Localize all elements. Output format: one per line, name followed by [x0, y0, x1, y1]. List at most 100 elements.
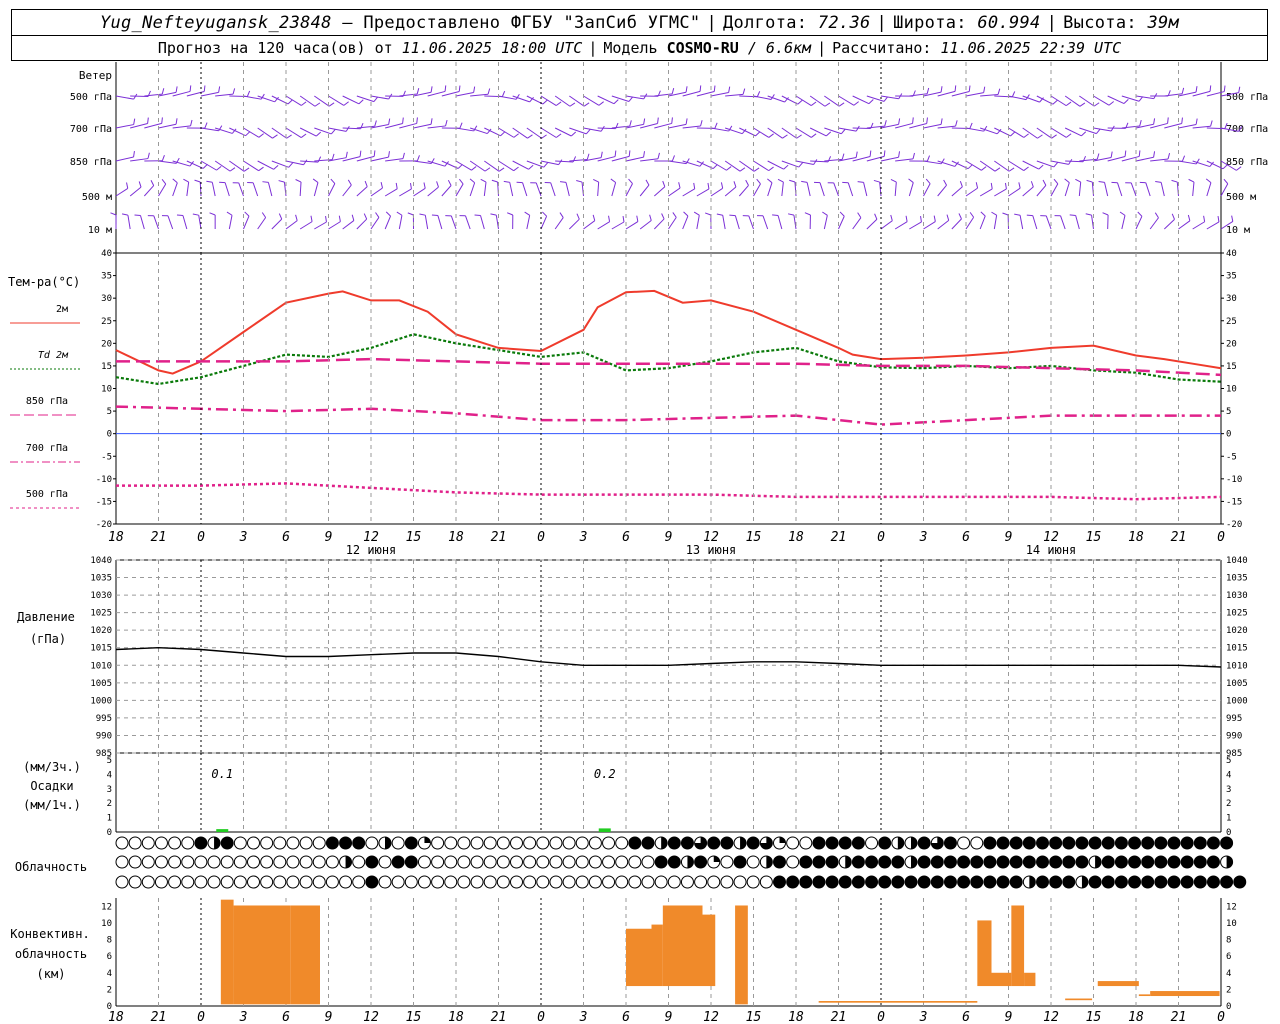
wind-barb-flag [1181, 155, 1186, 162]
wind-barb [243, 127, 260, 138]
wind-barb-flag [147, 117, 149, 124]
wind-barb-flag [622, 215, 625, 223]
cloud-symbol-half [1029, 876, 1036, 888]
wind-barb-flag [662, 180, 666, 187]
wind-barb-flag [839, 211, 845, 217]
wind-barb-flag [1119, 211, 1126, 216]
cloud-symbol [128, 875, 142, 889]
wind-barb-flag [926, 87, 930, 94]
hour-tick-label: 6 [962, 530, 970, 545]
wind-barb-flag [416, 117, 418, 124]
wind-barb [909, 122, 927, 129]
wind-barb-flag [1154, 212, 1159, 219]
conv-tick-left: 12 [101, 902, 112, 912]
cloud-symbol [943, 855, 957, 869]
precip-title: Осадки [30, 779, 73, 793]
precip-tick-left: 2 [107, 799, 112, 809]
cloud-symbol [404, 855, 418, 869]
wind-barb-flag [203, 85, 206, 92]
wind-barb [965, 187, 978, 197]
temp-tick-right: 15 [1226, 362, 1237, 372]
wind-barb [554, 127, 572, 137]
cloud-symbol-quarter [713, 856, 720, 862]
cloud-symbol [220, 855, 234, 869]
cloud-symbol [154, 836, 168, 850]
wind-barb-flag [772, 214, 779, 217]
cloud-symbol [273, 855, 287, 869]
wind-barb-flag [981, 166, 987, 171]
cloud-symbol [194, 836, 208, 850]
pressure-tick-left: 1025 [90, 609, 112, 619]
wind-barb-flag [542, 99, 548, 105]
conv-title-1: Конвективн. [10, 927, 89, 941]
temp-tick-left: -20 [96, 520, 112, 530]
wind-barb [554, 217, 564, 230]
pressure-tick-right: 1035 [1226, 574, 1248, 584]
wind-barb-flag [912, 152, 916, 159]
cloud-symbol [641, 875, 655, 889]
precip-tick-left: 3 [107, 785, 112, 795]
wind-barb-flag [325, 215, 327, 223]
hour-tick-label-bottom: 6 [622, 1010, 630, 1024]
cloud-symbol [299, 836, 313, 850]
cloud-symbol [654, 855, 668, 869]
cloud-symbol [720, 836, 734, 850]
wind-barb-flag [610, 178, 616, 183]
cloud-symbol [549, 875, 563, 889]
wind-barb-flag [147, 152, 150, 159]
wind-barb [951, 218, 962, 230]
wind-barb-flag [685, 86, 688, 93]
wind-barb [1008, 187, 1021, 197]
wind-barb-flag [402, 117, 404, 124]
cloud-symbol [325, 855, 339, 869]
wind-barb-flag [643, 118, 646, 125]
wind-barb [979, 215, 986, 230]
wind-barb-flag [629, 120, 632, 127]
conv-bar [626, 928, 652, 987]
wind-barb-flag [527, 134, 533, 139]
temp-tick-left: 25 [101, 317, 112, 327]
cloud-symbol [865, 855, 879, 869]
conv-bar [1150, 991, 1220, 997]
cloud-symbol [825, 836, 839, 850]
wind-barb [994, 188, 1007, 197]
wind-barb-flag [728, 86, 731, 93]
wind-barb [271, 218, 283, 230]
wind-barb-flag [1139, 120, 1142, 127]
wind-barb-flag [1153, 118, 1156, 125]
pressure-tick-right: 1005 [1226, 679, 1248, 689]
cloud-symbol [417, 855, 431, 869]
wind-barb [498, 160, 514, 172]
wind-barb [399, 188, 412, 197]
cloud-symbol [391, 836, 405, 850]
cloud-symbol [154, 855, 168, 869]
wind-barb [285, 220, 298, 230]
wind-barb-flag [487, 88, 491, 95]
cloud-symbol-quarter [424, 837, 431, 843]
cloud-symbol [786, 875, 800, 889]
wind-barb [455, 183, 464, 197]
wind-barb [186, 182, 190, 197]
cloud-symbol [878, 855, 892, 869]
temp-tick-left: 35 [101, 272, 112, 282]
wind-barb-flag [243, 167, 250, 172]
pressure-tick-right: 1025 [1226, 609, 1248, 619]
cloud-symbol [339, 875, 353, 889]
cloud-symbol [615, 836, 629, 850]
cloud-symbol [115, 836, 129, 850]
precip-bar [216, 829, 229, 832]
wind-barb-flag [419, 213, 426, 216]
wind-barb-flag [787, 213, 795, 216]
pressure-tick-right: 1010 [1226, 661, 1248, 671]
wind-barb-flag [926, 155, 931, 162]
wind-barb-flag [317, 156, 322, 163]
wind-barb-flag [192, 213, 199, 216]
wind-barb [847, 182, 854, 197]
wind-barb-flag [1042, 179, 1047, 186]
conv-bar [1011, 905, 1025, 987]
wind-barb [328, 95, 345, 106]
wind-barb [182, 215, 188, 230]
wind-barb [937, 184, 947, 197]
cloud-symbol [983, 855, 997, 869]
cloud-symbol [260, 836, 274, 850]
